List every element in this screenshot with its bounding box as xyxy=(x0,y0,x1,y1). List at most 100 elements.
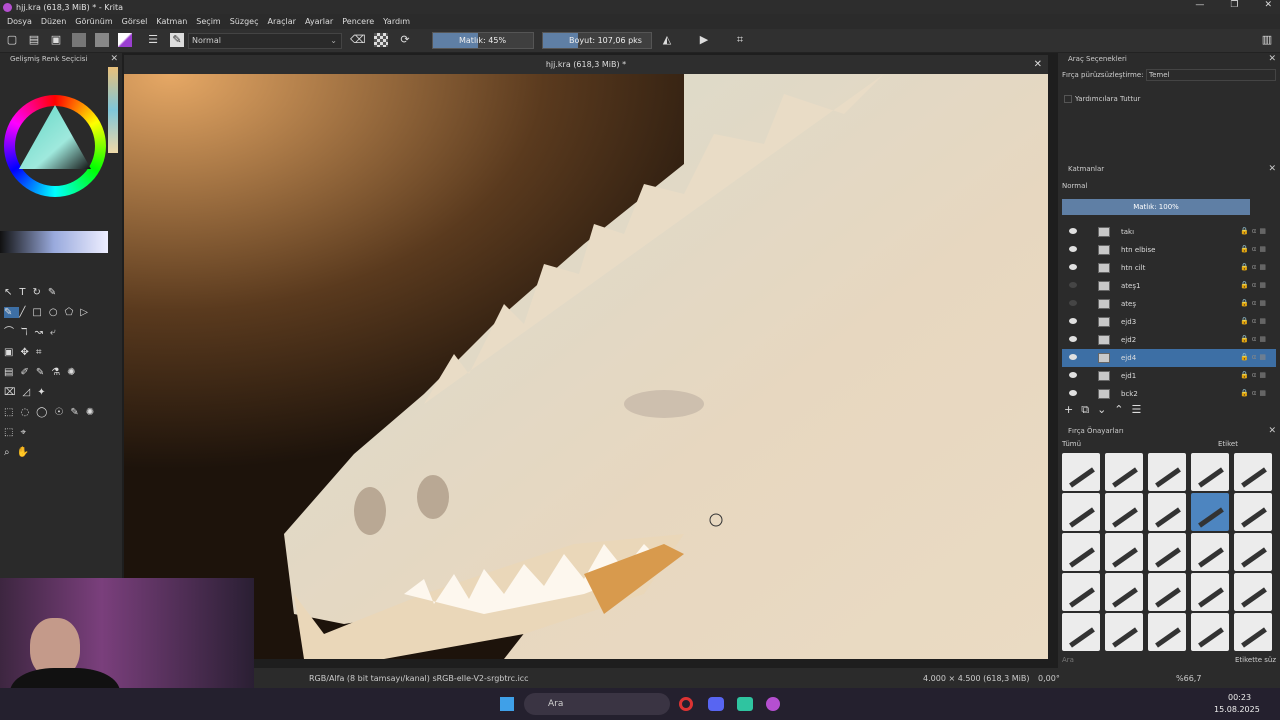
hue-wheel[interactable] xyxy=(4,95,106,197)
brush-preset[interactable] xyxy=(1234,453,1272,491)
lock-icon[interactable]: 🔒α▦ xyxy=(1240,263,1270,272)
brush-preset[interactable] xyxy=(1191,573,1229,611)
brush-preset[interactable] xyxy=(1105,573,1143,611)
menu-pencere[interactable]: Pencere xyxy=(342,17,374,26)
brush-preset[interactable] xyxy=(1105,493,1143,531)
eye-icon[interactable] xyxy=(1069,318,1077,324)
taskbar-search[interactable]: Ara xyxy=(524,693,670,715)
brush-preset[interactable] xyxy=(1148,613,1186,651)
lock-icon[interactable]: 🔒α▦ xyxy=(1240,317,1270,326)
brush-preset[interactable] xyxy=(1191,533,1229,571)
menu-duzen[interactable]: Düzen xyxy=(41,17,66,26)
toolbox[interactable]: ↖T↻✎ ✎╱□○⬠▷ ⌒ℸ↝⤶ ▣✥⌗ ▤✐✎⚗✺ ⌧◿✦ ⬚◌◯☉✎✺ ⬚⌖ ⌕✋ xyxy=(4,283,114,463)
brush-preset[interactable] xyxy=(1191,493,1229,531)
discord-icon[interactable] xyxy=(708,697,724,711)
brush-preset[interactable] xyxy=(1234,493,1272,531)
brush-preset[interactable] xyxy=(1148,453,1186,491)
brush-preset[interactable] xyxy=(1234,533,1272,571)
document-tab[interactable]: hjj.kra (618,3 MiB) * ✕ xyxy=(124,55,1048,74)
brush-preset[interactable] xyxy=(1148,533,1186,571)
maximize-button[interactable]: ❐ xyxy=(1230,0,1238,10)
menu-secim[interactable]: Seçim xyxy=(196,17,220,26)
close-docker-icon[interactable]: ✕ xyxy=(1268,425,1276,437)
lock-icon[interactable]: 🔒α▦ xyxy=(1240,299,1270,308)
lock-icon[interactable]: 🔒α▦ xyxy=(1240,335,1270,344)
brush-preset[interactable] xyxy=(1234,613,1272,651)
eye-icon[interactable] xyxy=(1069,228,1077,234)
eye-icon[interactable] xyxy=(1069,354,1077,360)
alpha-lock-icon[interactable] xyxy=(374,33,388,47)
clock-time[interactable]: 00:23 xyxy=(1228,693,1251,702)
opacity-slider[interactable]: Matlık: 45% xyxy=(432,32,534,49)
eye-icon[interactable] xyxy=(1069,300,1077,306)
lock-icon[interactable]: 🔒α▦ xyxy=(1240,389,1270,398)
minimize-button[interactable]: — xyxy=(1195,0,1204,10)
eraser-icon[interactable]: ⌫ xyxy=(350,33,366,47)
lock-icon[interactable]: 🔒α▦ xyxy=(1240,227,1270,236)
workspace-icon[interactable]: ▥ xyxy=(1260,33,1274,47)
eye-icon[interactable] xyxy=(1069,246,1077,252)
layer-row[interactable]: ejd2 🔒α▦ xyxy=(1062,331,1276,349)
saturation-triangle[interactable] xyxy=(17,103,93,179)
layer-row[interactable]: ateş1 🔒α▦ xyxy=(1062,277,1276,295)
rotation-label[interactable]: 0,00° xyxy=(1038,674,1060,683)
layer-row[interactable]: takı 🔒α▦ xyxy=(1062,223,1276,241)
menu-araclar[interactable]: Araçlar xyxy=(267,17,295,26)
eye-icon[interactable] xyxy=(1069,336,1077,342)
mirror-vertical-icon[interactable]: ▶ xyxy=(697,33,711,47)
app-icon[interactable] xyxy=(737,697,753,711)
shade-selector[interactable] xyxy=(0,231,108,253)
color-history-strip[interactable] xyxy=(108,67,118,153)
close-docker-icon[interactable]: ✕ xyxy=(1268,53,1276,65)
brush-preset[interactable] xyxy=(1062,493,1100,531)
brush-preset[interactable] xyxy=(1148,573,1186,611)
reload-icon[interactable]: ⟳ xyxy=(398,33,412,47)
menu-gorunum[interactable]: Görünüm xyxy=(75,17,112,26)
menu-suzgec[interactable]: Süzgeç xyxy=(230,17,259,26)
brush-preset[interactable] xyxy=(1105,453,1143,491)
layer-row[interactable]: htn cilt 🔒α▦ xyxy=(1062,259,1276,277)
layer-blend-select[interactable]: Normal xyxy=(1062,180,1254,193)
brush-settings-icon[interactable]: ☰ xyxy=(146,33,160,47)
color-swap-icon[interactable] xyxy=(118,33,132,47)
close-docker-icon[interactable]: ✕ xyxy=(1268,163,1276,175)
krita-taskbar-icon[interactable] xyxy=(766,697,780,711)
smoothing-select[interactable]: Temel xyxy=(1146,69,1276,81)
layer-row[interactable]: ateş 🔒α▦ xyxy=(1062,295,1276,313)
brush-preset-icon[interactable]: ✎ xyxy=(170,33,184,47)
windows-start-icon[interactable] xyxy=(500,697,514,711)
layer-row[interactable]: ejd4 🔒α▦ xyxy=(1062,349,1276,367)
eye-icon[interactable] xyxy=(1069,372,1077,378)
eye-icon[interactable] xyxy=(1069,390,1077,396)
layer-row[interactable]: bck2 🔒α▦ xyxy=(1062,385,1276,401)
eye-icon[interactable] xyxy=(1069,264,1077,270)
close-document-icon[interactable]: ✕ xyxy=(1034,55,1042,74)
lock-icon[interactable]: 🔒α▦ xyxy=(1240,245,1270,254)
close-window-button[interactable]: ✕ xyxy=(1264,0,1272,10)
menu-ayarlar[interactable]: Ayarlar xyxy=(305,17,333,26)
brush-preset[interactable] xyxy=(1191,453,1229,491)
opera-icon[interactable] xyxy=(679,697,693,711)
brush-preset[interactable] xyxy=(1234,573,1272,611)
layer-row[interactable]: ejd1 🔒α▦ xyxy=(1062,367,1276,385)
blend-mode-select[interactable]: Normal ⌄ xyxy=(188,33,342,49)
painting-canvas[interactable] xyxy=(124,74,1048,659)
lock-icon[interactable]: 🔒α▦ xyxy=(1240,281,1270,290)
pattern-swatch-icon[interactable] xyxy=(72,33,86,47)
crop-icon[interactable]: ⌗ xyxy=(733,33,747,47)
brush-preset[interactable] xyxy=(1062,533,1100,571)
save-icon[interactable]: ▣ xyxy=(49,33,63,47)
brush-preset[interactable] xyxy=(1148,493,1186,531)
size-slider[interactable]: Boyut: 107,06 pks xyxy=(542,32,652,49)
clock-date[interactable]: 15.08.2025 xyxy=(1214,705,1260,714)
preset-filter-select[interactable]: Tümü xyxy=(1062,440,1081,448)
menu-yardim[interactable]: Yardım xyxy=(383,17,410,26)
layer-row[interactable]: ejd3 🔒α▦ xyxy=(1062,313,1276,331)
mirror-horizontal-icon[interactable]: ◭ xyxy=(660,33,674,47)
eye-icon[interactable] xyxy=(1069,282,1077,288)
menu-gorsel[interactable]: Görsel xyxy=(122,17,148,26)
filter-in-tag-label[interactable]: Etikette süz xyxy=(1235,656,1276,664)
close-docker-icon[interactable]: ✕ xyxy=(110,53,118,65)
brush-preset[interactable] xyxy=(1062,453,1100,491)
layer-row[interactable]: htn elbise 🔒α▦ xyxy=(1062,241,1276,259)
